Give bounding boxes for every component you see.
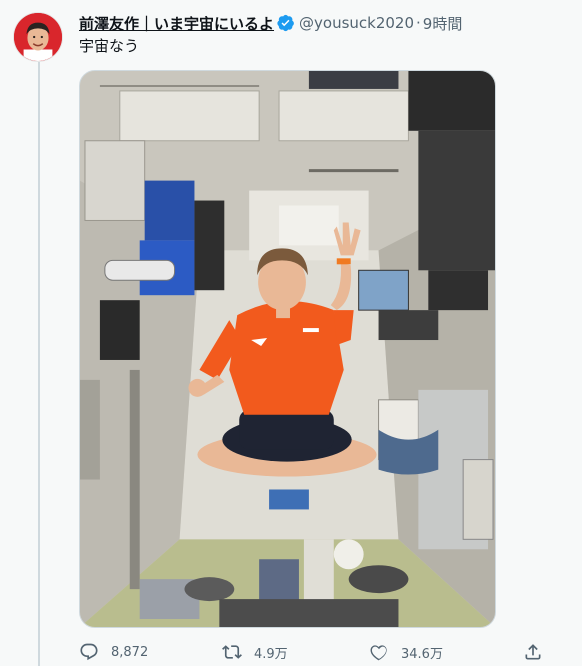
avatar-image bbox=[14, 13, 62, 61]
retweet-icon bbox=[222, 642, 242, 662]
like-count: 34.6万 bbox=[401, 646, 443, 662]
user-handle[interactable]: @yousuck2020 bbox=[299, 14, 414, 32]
retweet-count: 4.9万 bbox=[254, 646, 288, 662]
like-button[interactable]: 34.6万 bbox=[369, 642, 443, 662]
share-button[interactable] bbox=[523, 642, 543, 662]
heart-icon bbox=[369, 642, 389, 662]
retweet-button[interactable]: 4.9万 bbox=[222, 642, 288, 662]
reply-icon bbox=[79, 642, 99, 662]
tweet-photo[interactable] bbox=[79, 70, 496, 628]
tweet-card[interactable]: 前澤友作｜いま宇宙にいるよ @yousuck2020 · 9時間 宇宙なう 8,… bbox=[0, 0, 582, 666]
separator-dot: · bbox=[416, 14, 421, 32]
tweet-header: 前澤友作｜いま宇宙にいるよ @yousuck2020 · 9時間 bbox=[79, 12, 462, 34]
timestamp[interactable]: 9時間 bbox=[423, 13, 463, 34]
avatar[interactable] bbox=[13, 12, 63, 62]
tweet-text: 宇宙なう bbox=[79, 37, 140, 55]
tweet-actions: 8,872 4.9万 34.6万 bbox=[79, 640, 549, 664]
reply-button[interactable]: 8,872 bbox=[79, 642, 148, 662]
verified-badge-icon bbox=[277, 14, 295, 32]
display-name[interactable]: 前澤友作｜いま宇宙にいるよ bbox=[79, 13, 274, 34]
reply-count: 8,872 bbox=[111, 644, 149, 660]
space-station-photo bbox=[80, 71, 495, 627]
share-icon bbox=[523, 642, 543, 662]
thread-line bbox=[38, 62, 40, 666]
